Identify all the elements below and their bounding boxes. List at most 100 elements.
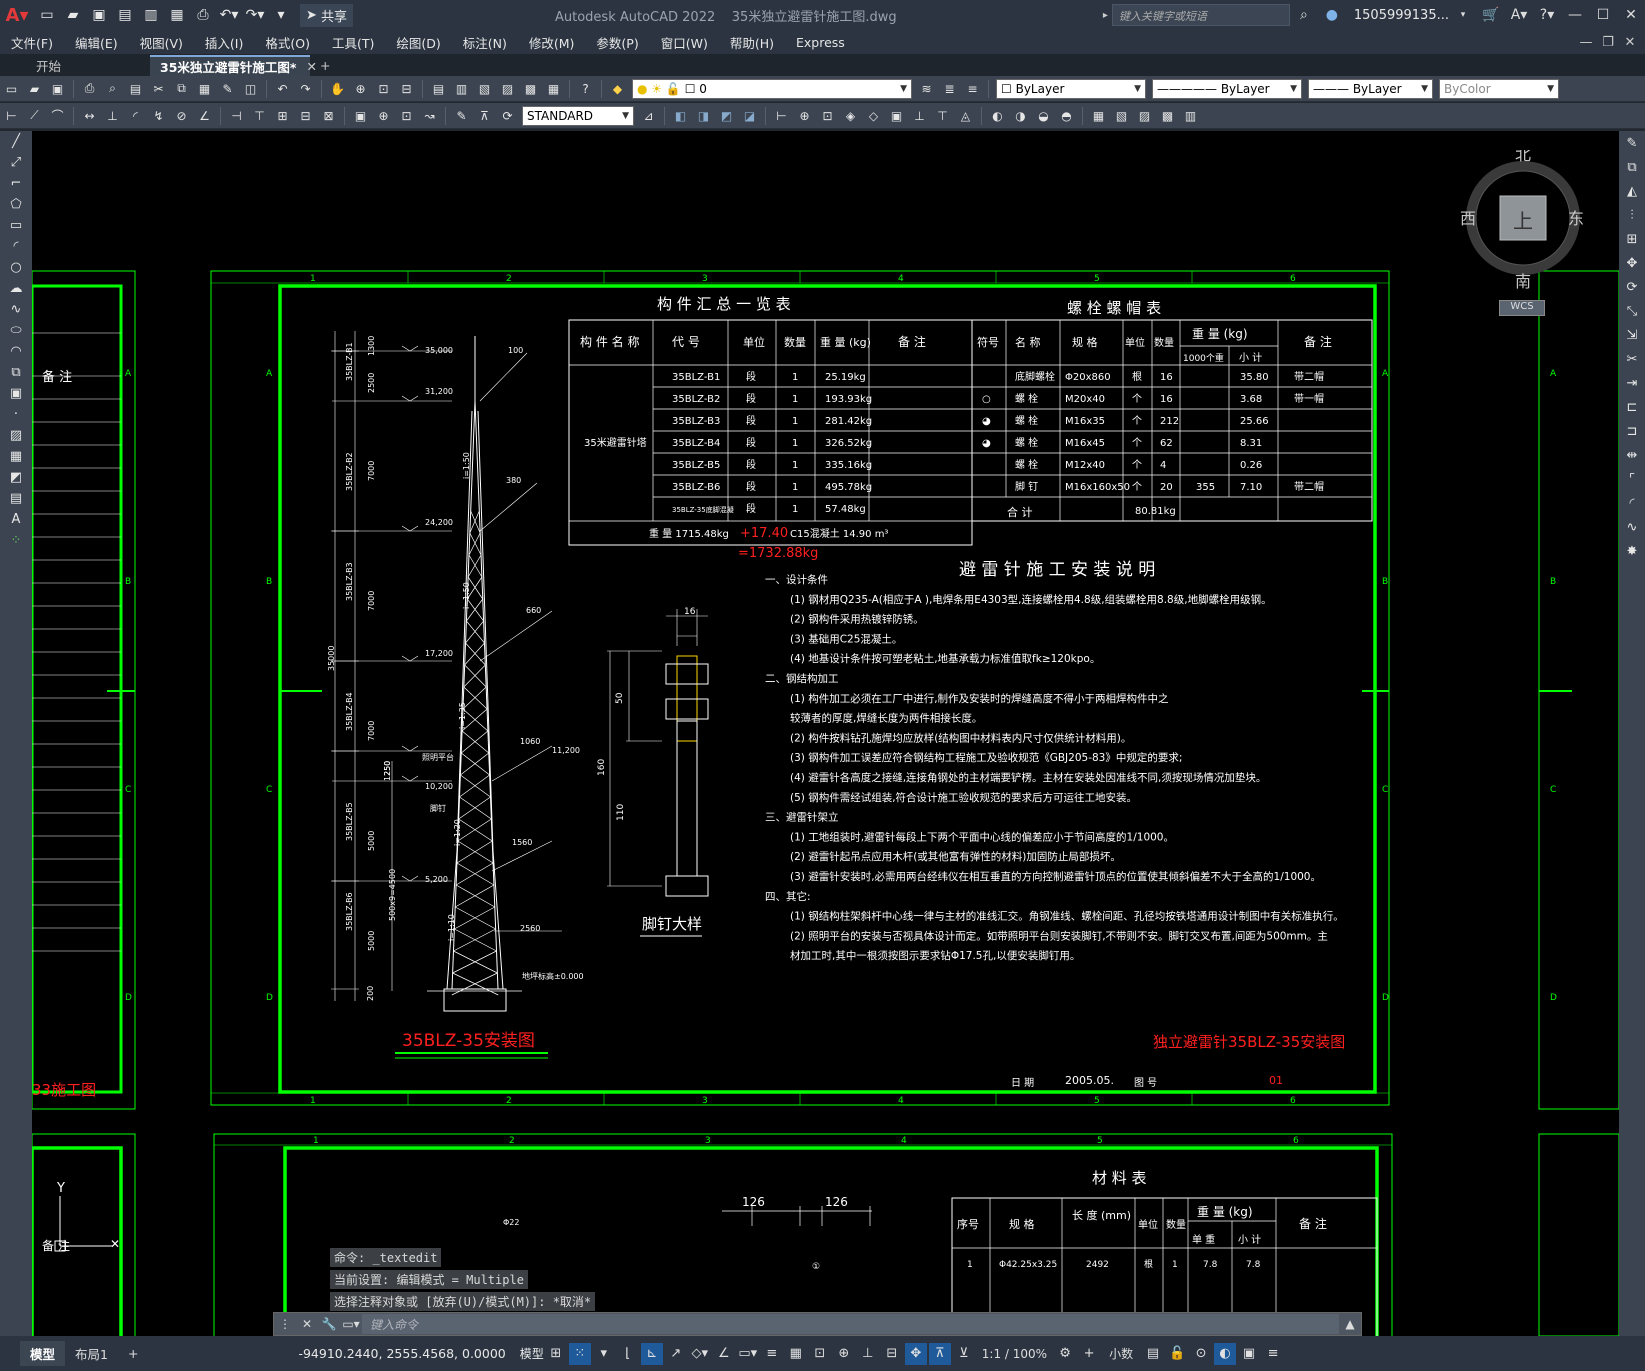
menu-item-0[interactable]: 文件(F) — [0, 33, 64, 52]
realistic-icon[interactable]: ◓ — [1057, 106, 1076, 125]
arc-icon[interactable]: ◜ — [0, 236, 32, 257]
isodraft-icon[interactable]: ◇▾ — [689, 1343, 711, 1365]
object-track-icon[interactable]: ∠ — [713, 1343, 735, 1365]
new-tab-button[interactable]: + — [310, 55, 340, 76]
dim-horizontal-icon[interactable]: ↔ — [80, 106, 99, 125]
blend-icon[interactable]: ∿ — [1619, 515, 1645, 539]
open-folder-icon[interactable]: ▰ — [62, 4, 84, 26]
command-input[interactable]: 键入命令 — [362, 1314, 1339, 1334]
dim-break-icon[interactable]: ⊠ — [319, 106, 338, 125]
design-center-icon[interactable]: ▥ — [452, 79, 471, 98]
dim-update-icon[interactable]: ⟳ — [498, 106, 517, 125]
auto-scale-icon[interactable]: ⊻ — [953, 1343, 975, 1365]
menu-item-3[interactable]: 插入(I) — [194, 33, 254, 52]
print-icon[interactable]: ⎙ — [192, 4, 214, 26]
grid-icon[interactable]: ⊞ — [545, 1343, 567, 1365]
customize-qa-icon[interactable]: ▾ — [270, 4, 292, 26]
dim-style-icon[interactable]: ⊿ — [639, 106, 658, 125]
inspect-icon[interactable]: ⊡ — [397, 106, 416, 125]
dim-edit-icon[interactable]: ✎ — [452, 106, 471, 125]
spline-icon[interactable]: ∿ — [0, 299, 32, 320]
tab-start[interactable]: 开始 — [0, 55, 150, 76]
layer-properties-icon[interactable]: ◆ — [608, 79, 627, 98]
copy-icon[interactable]: ⧉ — [172, 79, 191, 98]
lineweight-icon[interactable]: ≡ — [761, 1343, 783, 1365]
break-point-icon[interactable]: ⊏ — [1619, 395, 1645, 419]
ucs-previous-icon[interactable]: ⊡ — [818, 106, 837, 125]
menu-item-11[interactable]: 帮助(H) — [719, 33, 785, 52]
new-file-icon[interactable]: ▭ — [36, 4, 58, 26]
menu-item-9[interactable]: 参数(P) — [585, 33, 649, 52]
polar-icon[interactable]: ↗ — [665, 1343, 687, 1365]
visual-style-icon[interactable]: ◐ — [988, 106, 1007, 125]
annotation-scale[interactable]: 1:1 / 100% — [982, 1347, 1047, 1361]
maximize-button[interactable]: ☐ — [1589, 7, 1617, 23]
tolerance-icon[interactable]: ▣ — [351, 106, 370, 125]
customization-icon[interactable]: ≡ — [1262, 1343, 1284, 1365]
insert-block-icon[interactable]: ⧉ — [0, 362, 32, 383]
shade-icon[interactable]: ◑ — [1011, 106, 1030, 125]
workspace-icon[interactable]: ⚙ — [1054, 1343, 1076, 1365]
autocad-logo-icon[interactable]: A▾ — [0, 0, 34, 30]
annotation-visibility-icon[interactable]: ⊼ — [928, 1342, 951, 1365]
viewcube-top[interactable]: 上 — [1513, 209, 1533, 233]
dim-baseline-icon[interactable]: ⊤ — [250, 106, 269, 125]
break-icon[interactable]: ⊐ — [1619, 419, 1645, 443]
ucs-icon[interactable]: ⊢ — [772, 106, 791, 125]
ellipse-icon[interactable]: ⬭ — [0, 320, 32, 341]
line-icon[interactable]: ╱ — [0, 131, 32, 152]
ellipse-arc-icon[interactable]: ◠ — [0, 341, 32, 362]
ucs-view-icon[interactable]: ▣ — [887, 106, 906, 125]
pan-icon[interactable]: ✋ — [328, 79, 347, 98]
chamfer-icon[interactable]: ⌜ — [1619, 467, 1645, 491]
loft-icon[interactable]: ▥ — [1181, 106, 1200, 125]
clean-screen-icon[interactable]: ▣ — [1238, 1343, 1260, 1365]
table-icon[interactable]: ▤ — [0, 488, 32, 509]
dim-linear-icon[interactable]: ⊢ — [2, 106, 21, 125]
save-icon[interactable]: ▣ — [48, 79, 67, 98]
join-icon[interactable]: ⇹ — [1619, 443, 1645, 467]
linetype-dropdown[interactable]: ————— ByLayer ▼ — [1152, 78, 1302, 99]
cart-icon[interactable]: 🛒 — [1477, 7, 1505, 23]
layer-dropdown[interactable]: ● ☀ 🔓 ☐ 0 ▼ — [632, 78, 912, 99]
gizmo-icon[interactable]: ✥ — [904, 1342, 927, 1365]
isolate-objects-icon[interactable]: ⊙ — [1190, 1343, 1212, 1365]
gradient-icon[interactable]: ▦ — [0, 446, 32, 467]
help-icon[interactable]: ? — [576, 79, 595, 98]
open-icon[interactable]: ▰ — [25, 79, 44, 98]
dropdown-icon[interactable]: ▾ — [593, 1343, 615, 1365]
jogged-linear-icon[interactable]: ↝ — [420, 106, 439, 125]
annotation-monitor-icon[interactable]: + — [1078, 1343, 1100, 1365]
erase-icon[interactable]: ✎ — [1619, 131, 1645, 155]
hatch-icon[interactable]: ▨ — [0, 425, 32, 446]
minimize-button[interactable]: — — [1561, 7, 1589, 23]
tab-layout1[interactable]: 布局1 — [65, 1341, 118, 1366]
tab-model[interactable]: 模型 — [20, 1341, 66, 1366]
plotstyle-dropdown[interactable]: ByColor ▼ — [1439, 78, 1559, 99]
redo-icon[interactable]: ↷▾ — [244, 4, 266, 26]
wcs-menu[interactable]: WCS — [1499, 300, 1545, 316]
rectangle-icon[interactable]: ▭ — [0, 215, 32, 236]
zoom-previous-icon[interactable]: ⊟ — [397, 79, 416, 98]
menu-item-7[interactable]: 标注(N) — [452, 33, 518, 52]
ucs-object-icon[interactable]: ◇ — [864, 106, 883, 125]
user-name[interactable]: 1505999135... — [1354, 8, 1449, 23]
sheet-set-icon[interactable]: ▨ — [498, 79, 517, 98]
solid-box-icon[interactable]: ▦ — [1089, 106, 1108, 125]
hardware-accel-icon[interactable]: ◐ — [1214, 1342, 1237, 1365]
layer-previous-icon[interactable]: ≣ — [940, 79, 959, 98]
expand-arrow-icon[interactable]: ▸ — [1103, 10, 1108, 21]
view-top-icon[interactable]: ◨ — [694, 106, 713, 125]
point-icon[interactable]: · — [0, 404, 32, 425]
copy-object-icon[interactable]: ⧉ — [1619, 155, 1645, 179]
dim-radius-icon[interactable]: ◜ — [126, 106, 145, 125]
make-block-icon[interactable]: ▣ — [0, 383, 32, 404]
revolve-icon[interactable]: ▨ — [1135, 106, 1154, 125]
color-dropdown[interactable]: ☐ ByLayer ▼ — [996, 78, 1146, 99]
center-mark-icon[interactable]: ⊕ — [374, 106, 393, 125]
redo-icon[interactable]: ↷ — [296, 79, 315, 98]
menu-item-6[interactable]: 绘图(D) — [385, 33, 451, 52]
rotate-icon[interactable]: ⟳ — [1619, 275, 1645, 299]
menu-item-8[interactable]: 修改(M) — [518, 33, 586, 52]
ucs-world-icon[interactable]: ⊕ — [795, 106, 814, 125]
